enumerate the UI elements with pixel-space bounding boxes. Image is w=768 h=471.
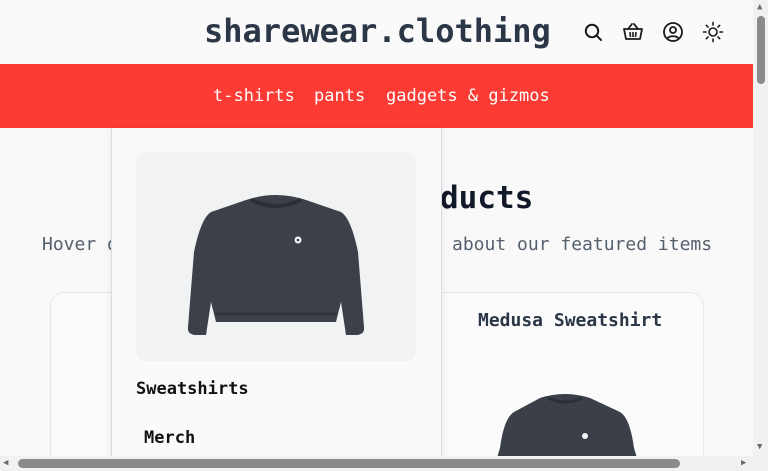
- basket-icon[interactable]: [621, 20, 645, 44]
- search-icon[interactable]: [581, 20, 605, 44]
- account-icon[interactable]: [661, 20, 685, 44]
- section-subtitle-tail: about our featured items: [452, 234, 713, 255]
- category-nav: t-shirts pants gadgets & gizmos: [0, 64, 753, 128]
- dropdown-product-image[interactable]: [136, 152, 416, 361]
- scroll-down-arrow-icon[interactable]: ▼: [757, 443, 762, 452]
- scroll-left-arrow-icon[interactable]: ◀: [3, 459, 8, 468]
- theme-toggle-icon[interactable]: [701, 20, 725, 44]
- nav-dropdown-panel: Sweatshirts Merch: [111, 128, 442, 456]
- horizontal-scroll-thumb[interactable]: [18, 459, 680, 468]
- sweatshirt-image: [497, 394, 637, 456]
- page: sharewear.clothing t-shirts pants gadget…: [0, 0, 753, 456]
- nav-item-t-shirts[interactable]: t-shirts: [213, 86, 295, 106]
- site-header: sharewear.clothing: [0, 0, 753, 64]
- scroll-up-arrow-icon[interactable]: ▲: [757, 3, 762, 12]
- section-subtitle: Hover o: [42, 234, 118, 255]
- site-brand[interactable]: sharewear.clothing: [204, 12, 551, 50]
- scroll-right-arrow-icon[interactable]: ▶: [741, 459, 746, 468]
- nav-item-gadgets-gizmos[interactable]: gadgets & gizmos: [386, 86, 550, 106]
- dropdown-category-heading: Sweatshirts: [136, 379, 249, 399]
- sweatshirt-image: [187, 195, 365, 335]
- nav-item-pants[interactable]: pants: [314, 86, 365, 106]
- dropdown-link-merch[interactable]: Merch: [144, 428, 195, 448]
- vertical-scroll-thumb[interactable]: [757, 16, 765, 84]
- section-title: ducts: [440, 180, 534, 216]
- product-card-title: Medusa Sweatshirt: [478, 310, 663, 331]
